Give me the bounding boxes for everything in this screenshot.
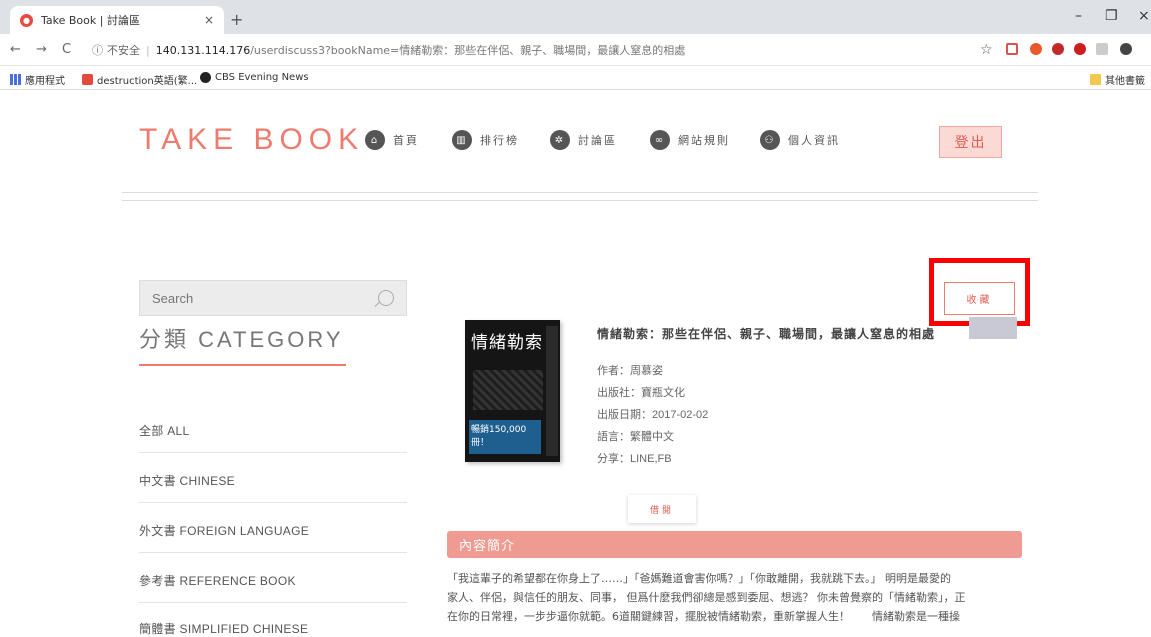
users-icon: ⚇ <box>760 130 780 150</box>
book-date: 出版日期：2017-02-02 <box>597 409 709 421</box>
bookmark-destruction[interactable]: destruction英語(繁... <box>82 72 197 87</box>
search-input[interactable] <box>152 290 372 306</box>
bookmark-apps[interactable]: 應用程式 <box>10 72 65 87</box>
nav-profile[interactable]: ⚇ 個人資訊 <box>760 130 840 150</box>
category-all[interactable]: 全部 ALL <box>139 420 407 439</box>
book-publisher: 出版社：寶瓶文化 <box>597 387 685 399</box>
cover-art <box>473 370 543 410</box>
reload-button[interactable]: C <box>62 42 71 57</box>
category-underline <box>139 364 346 366</box>
bookmark-favicon-icon <box>82 74 93 85</box>
restore-button[interactable]: ❐ <box>1105 8 1118 24</box>
category-chinese[interactable]: 中文書 CHINESE <box>139 470 407 489</box>
apps-grid-icon <box>10 74 21 85</box>
site-logo[interactable]: TAKE BOOK <box>139 123 364 157</box>
header-divider <box>122 192 1038 193</box>
bookmark-label: CBS Evening News <box>215 72 309 83</box>
nav-label: 排行榜 <box>480 134 519 147</box>
url-host: 140.131.114.176 <box>155 43 251 57</box>
category-divider <box>139 552 407 553</box>
category-divider <box>139 602 407 603</box>
browser-tab[interactable]: ● Take Book | 討論區 × <box>10 6 224 34</box>
browser-toolbar: ← → C ⓘ 不安全 | 140.131.114.176 /userdiscu… <box>0 34 1151 66</box>
book-language: 語言：繁體中文 <box>597 431 674 443</box>
extension-icon[interactable] <box>1030 43 1042 55</box>
intro-text: 「我這輩子的希望都在你身上了……」「爸媽難道會害你嗎？」「你敢離開，我就跳下去。… <box>447 569 1027 626</box>
book-author: 作者：周慕姿 <box>597 365 663 377</box>
bookmarks-bar: 應用程式 destruction英語(繁... CBS Evening News… <box>0 66 1151 90</box>
category-title: 分類 CATEGORY <box>139 327 344 352</box>
profile-avatar-icon[interactable] <box>1120 43 1132 55</box>
intro-line: 在你的日常裡，一步步逼你就範。6道關鍵練習，擺脫被情緒勒索，重新掌握人生！ 情緒… <box>447 610 960 623</box>
category-simplified[interactable]: 簡體書 SIMPLIFIED CHINESE <box>139 618 407 637</box>
bookmark-label: destruction英語(繁... <box>97 76 198 87</box>
borrow-button[interactable]: 借閱 <box>628 495 696 523</box>
site-favicon-icon: ● <box>20 13 33 27</box>
security-label: 不安全 <box>107 44 140 57</box>
book-title: 情緒勒索：那些在伴侶、親子、職場間，最讓人窒息的相處 <box>597 327 936 341</box>
cover-spine <box>546 326 558 456</box>
cbs-eye-icon <box>200 72 211 83</box>
book-share[interactable]: 分享：LINE,FB <box>597 450 672 466</box>
extension-icon[interactable] <box>1074 43 1086 55</box>
category-divider <box>139 452 407 453</box>
address-bar[interactable]: ⓘ 不安全 | 140.131.114.176 /userdiscuss3?bo… <box>88 39 968 61</box>
nav-home[interactable]: ⌂ 首頁 <box>365 130 419 150</box>
bookmark-other[interactable]: 其他書籤 <box>1090 72 1145 87</box>
nav-discussion[interactable]: ✲ 討論區 <box>550 130 617 150</box>
info-icon[interactable]: ⓘ <box>92 42 103 58</box>
extension-icon[interactable] <box>1052 43 1064 55</box>
link-icon: ∞ <box>650 130 670 150</box>
minimize-button[interactable]: – <box>1075 8 1082 24</box>
home-icon: ⌂ <box>365 130 385 150</box>
bookmark-label: 應用程式 <box>25 76 65 87</box>
highlight-box <box>929 258 1030 326</box>
url-path: /userdiscuss3?bookName=情緒勒索：那些在伴侶、親子、職場間… <box>250 44 686 57</box>
nav-rules[interactable]: ∞ 網站規則 <box>650 130 730 150</box>
forward-button[interactable]: → <box>36 42 47 57</box>
extension-icon[interactable] <box>1096 43 1108 55</box>
folder-icon <box>1090 74 1101 85</box>
cover-title: 情緒勒索 <box>471 333 543 353</box>
bookmark-cbs[interactable]: CBS Evening News <box>200 72 309 83</box>
intro-line: 「我這輩子的希望都在你身上了……」「爸媽難道會害你嗎？」「你敢離開，我就跳下去。… <box>447 572 951 585</box>
chart-icon: ▥ <box>452 130 472 150</box>
gear-icon: ✲ <box>550 130 570 150</box>
header-divider <box>122 200 1038 201</box>
intro-heading: 內容簡介 <box>447 531 1022 558</box>
tab-close-icon[interactable]: × <box>204 13 214 27</box>
book-cover: 情緒勒索 暢銷150,000冊！ <box>465 320 560 462</box>
bookmark-label: 其他書籤 <box>1105 76 1145 87</box>
tab-title: Take Book | 討論區 <box>41 14 140 27</box>
nav-ranking[interactable]: ▥ 排行榜 <box>452 130 519 150</box>
extension-icon[interactable] <box>1006 43 1018 55</box>
nav-label: 網站規則 <box>678 134 730 147</box>
search-icon[interactable] <box>378 290 394 306</box>
category-reference[interactable]: 參考書 REFERENCE BOOK <box>139 570 407 589</box>
nav-label: 首頁 <box>393 134 419 147</box>
category-foreign[interactable]: 外文書 FOREIGN LANGUAGE <box>139 520 407 539</box>
back-button[interactable]: ← <box>10 42 21 57</box>
new-tab-button[interactable]: + <box>230 10 243 29</box>
search-box[interactable] <box>139 280 407 316</box>
logout-button[interactable]: 登出 <box>939 126 1002 158</box>
intro-line: 家人、伴侶，與信任的朋友、同事， 但爲什麼我們卻總是感到委屈、想逃？ 你未曾覺察… <box>447 591 966 604</box>
url-separator: | <box>146 43 150 57</box>
category-divider <box>139 502 407 503</box>
window-close-button[interactable]: × <box>1138 8 1150 24</box>
cover-band: 暢銷150,000冊！ <box>469 420 541 454</box>
bookmark-star-icon[interactable]: ☆ <box>980 42 993 58</box>
secondary-button[interactable] <box>969 317 1017 339</box>
nav-label: 個人資訊 <box>788 134 840 147</box>
nav-label: 討論區 <box>578 134 617 147</box>
browser-tabstrip: ● Take Book | 討論區 × + – ❐ × <box>0 0 1151 34</box>
